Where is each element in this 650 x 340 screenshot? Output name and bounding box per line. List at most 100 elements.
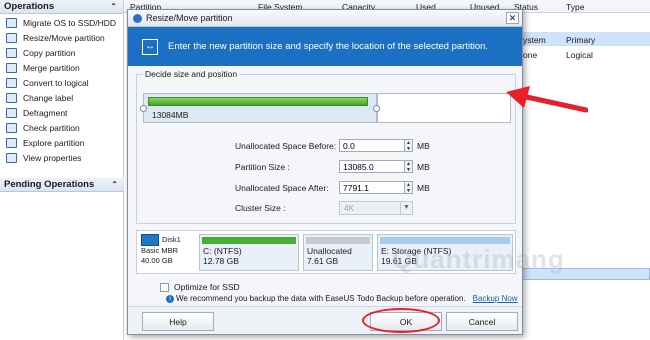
before-spinner[interactable]: ▲ ▼ <box>405 139 413 152</box>
ok-highlight-circle <box>362 308 440 333</box>
optimize-ssd-row[interactable]: Optimize for SSD <box>160 282 240 292</box>
instruction-banner: ↔ Enter the new partition size and speci… <box>128 27 522 66</box>
dialog-footer: Help OK Cancel <box>128 306 522 334</box>
op-label: View properties <box>23 152 82 163</box>
before-input[interactable] <box>339 139 405 152</box>
cluster-row: Cluster Size : 4K ▼ <box>235 201 413 215</box>
disk-info: Disk1 Basic MBR 40.00 GB <box>141 234 199 266</box>
info-icon: i <box>166 294 174 303</box>
op-copy-partition[interactable]: Copy partition <box>0 45 123 60</box>
partition-bar <box>202 237 296 244</box>
check-icon <box>6 122 17 133</box>
op-label: Change label <box>23 92 74 103</box>
unit-label: MB <box>417 161 430 172</box>
disk-partition-c[interactable]: C: (NTFS) 12.78 GB <box>199 234 299 271</box>
partition-bar <box>380 237 510 244</box>
collapse-icon[interactable]: ⌃ <box>110 2 117 11</box>
dialog-titlebar[interactable]: Resize/Move partition ✕ <box>128 10 522 27</box>
partition-size-text: 13084MB <box>152 110 189 120</box>
before-row: Unallocated Space Before: ▲▼ MB <box>235 139 430 152</box>
op-merge-partition[interactable]: Merge partition <box>0 60 123 75</box>
op-label: Explore partition <box>23 137 85 148</box>
row-type: Primary <box>566 35 596 45</box>
op-defragment[interactable]: Defragment <box>0 105 123 120</box>
op-label: Convert to logical <box>23 77 89 88</box>
partition-usage-bar <box>148 97 368 106</box>
copy-icon <box>6 47 17 58</box>
before-label: Unallocated Space Before: <box>235 140 337 151</box>
disk-icon <box>141 234 159 246</box>
right-resize-handle[interactable] <box>373 105 380 112</box>
size-row: Partition Size : ▲▼ MB <box>235 160 430 173</box>
partition-resize-block[interactable]: 13084MB <box>143 93 377 123</box>
disk-partition-unallocated[interactable]: Unallocated 7.61 GB <box>303 234 373 271</box>
op-label: Defragment <box>23 107 68 118</box>
partition-size: 7.61 GB <box>307 256 339 266</box>
resize-move-dialog: Resize/Move partition ✕ ↔ Enter the new … <box>127 9 523 335</box>
help-button[interactable]: Help <box>142 312 214 331</box>
unit-label: MB <box>417 140 430 151</box>
backup-now-link[interactable]: Backup Now <box>473 294 518 303</box>
op-label: Copy partition <box>23 47 76 58</box>
operations-header[interactable]: Operations ⌃ <box>0 0 123 14</box>
partition-name: C: (NTFS) <box>203 246 242 256</box>
op-resize-move[interactable]: Resize/Move partition <box>0 30 123 45</box>
cluster-size-select[interactable]: 4K ▼ <box>339 201 413 215</box>
defragment-icon <box>6 107 17 118</box>
op-check-partition[interactable]: Check partition <box>0 120 123 135</box>
app-icon <box>133 13 142 23</box>
unallocated-after-block <box>377 93 511 123</box>
partition-bar <box>306 237 370 244</box>
group-label: Decide size and position <box>143 69 240 79</box>
op-view-properties[interactable]: View properties <box>0 150 123 165</box>
after-label: Unallocated Space After: <box>235 182 329 193</box>
label-icon <box>6 92 17 103</box>
size-input[interactable] <box>339 160 405 173</box>
op-label: Merge partition <box>23 62 80 73</box>
chevron-down-icon: ▼ <box>400 202 412 214</box>
op-label: Check partition <box>23 122 80 133</box>
left-resize-handle[interactable] <box>140 105 147 112</box>
row-type: Logical <box>566 50 593 60</box>
cluster-label: Cluster Size : <box>235 203 286 213</box>
col-type[interactable]: Type <box>566 2 584 12</box>
backup-info-text: We recommend you backup the data with Ea… <box>176 294 466 303</box>
properties-icon <box>6 152 17 163</box>
operations-title: Operations <box>4 1 55 12</box>
optimize-ssd-checkbox[interactable] <box>160 282 169 292</box>
cancel-button[interactable]: Cancel <box>446 312 518 331</box>
resize-icon <box>6 32 17 43</box>
banner-text: Enter the new partition size and specify… <box>168 41 489 52</box>
operations-sidebar: Operations ⌃ Migrate OS to SSD/HDD Resiz… <box>0 0 124 340</box>
pending-title: Pending Operations <box>4 179 95 190</box>
cluster-value: 4K <box>344 203 354 213</box>
collapse-icon[interactable]: ⌃ <box>111 180 118 189</box>
convert-icon <box>6 77 17 88</box>
op-change-label[interactable]: Change label <box>0 90 123 105</box>
disk-size: 40.00 GB <box>141 256 173 265</box>
merge-icon <box>6 62 17 73</box>
disk-name: Disk1 <box>162 234 181 244</box>
op-convert-logical[interactable]: Convert to logical <box>0 75 123 90</box>
close-button[interactable]: ✕ <box>506 12 519 24</box>
size-label: Partition Size : <box>235 161 290 172</box>
op-migrate-os[interactable]: Migrate OS to SSD/HDD <box>0 15 123 30</box>
after-input[interactable] <box>339 181 405 194</box>
migrate-icon <box>6 17 17 28</box>
dialog-title: Resize/Move partition <box>146 13 233 23</box>
after-spinner[interactable]: ▲ ▼ <box>405 181 413 194</box>
op-explore-partition[interactable]: Explore partition <box>0 135 123 150</box>
row-status: one <box>523 50 538 60</box>
op-label: Migrate OS to SSD/HDD <box>23 17 117 28</box>
partition-name: Unallocated <box>307 246 352 256</box>
explore-icon <box>6 137 17 148</box>
row-status: ystem <box>523 35 546 45</box>
size-spinner[interactable]: ▲ ▼ <box>405 160 413 173</box>
op-label: Resize/Move partition <box>23 32 105 43</box>
pending-header[interactable]: Pending Operations ⌃ <box>0 178 124 192</box>
after-row: Unallocated Space After: ▲▼ MB <box>235 181 430 194</box>
size-position-group: Decide size and position 13084MB Unalloc… <box>136 69 516 224</box>
partition-size: 12.78 GB <box>203 256 239 266</box>
resize-arrows-icon: ↔ <box>142 38 158 55</box>
optimize-ssd-label: Optimize for SSD <box>174 282 240 292</box>
